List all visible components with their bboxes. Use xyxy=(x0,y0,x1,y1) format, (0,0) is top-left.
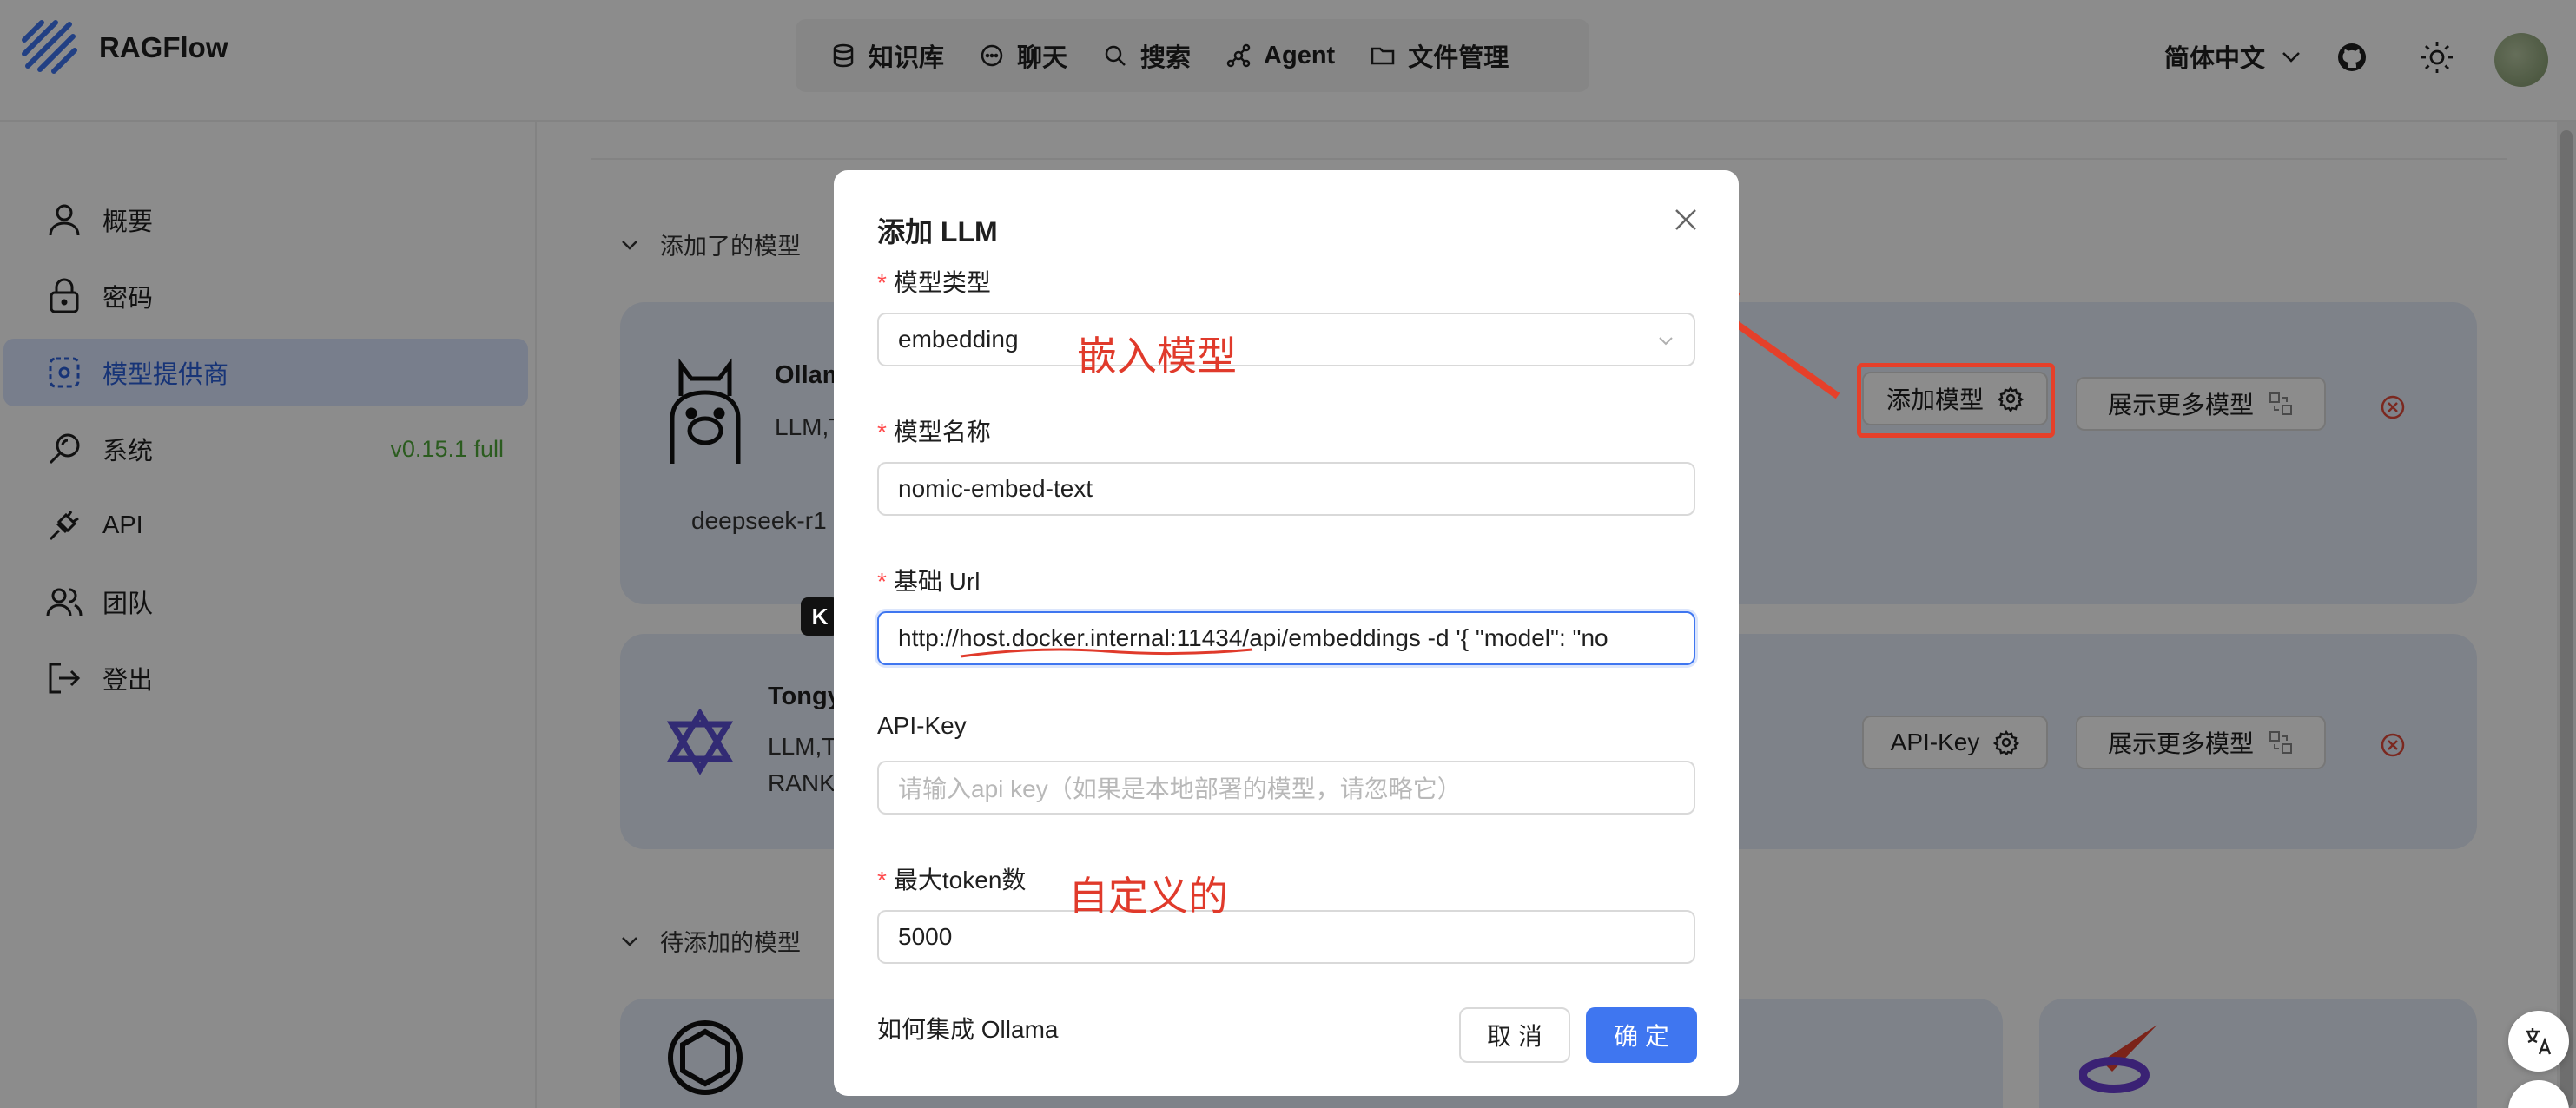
model-name-value: nomic-embed-text xyxy=(898,475,1093,502)
translate-button[interactable] xyxy=(2508,1011,2569,1072)
cancel-button[interactable]: 取 消 xyxy=(1459,1007,1570,1063)
chevron-down-icon xyxy=(1659,337,1673,346)
modal-title: 添加 LLM xyxy=(877,216,998,247)
annotation-custom: 自定义的 xyxy=(1068,874,1228,919)
confirm-button[interactable]: 确 定 xyxy=(1586,1007,1697,1063)
api-key-input[interactable]: 请输入api key（如果是本地部署的模型，请忽略它） xyxy=(877,761,1695,815)
max-token-label: * 最大token数 xyxy=(877,867,1027,894)
close-icon[interactable] xyxy=(1671,205,1701,234)
model-type-value: embedding xyxy=(898,326,1019,353)
max-token-input[interactable]: 5000 xyxy=(877,910,1695,964)
ollama-integration-link[interactable]: 如何集成 Ollama xyxy=(877,1011,1058,1045)
annotation-highlight-box xyxy=(1857,363,2055,438)
annotation-embed-model: 嵌入模型 xyxy=(1077,333,1237,379)
api-key-label: API-Key xyxy=(877,712,967,739)
annotation-underline-icon xyxy=(960,648,1253,658)
base-url-label: * 基础 Url xyxy=(877,568,981,595)
model-type-label: * 模型类型 xyxy=(877,269,991,296)
max-token-value: 5000 xyxy=(898,923,953,950)
model-name-input[interactable]: nomic-embed-text xyxy=(877,462,1695,516)
model-type-select[interactable]: embedding xyxy=(877,313,1695,366)
api-key-placeholder: 请输入api key（如果是本地部署的模型，请忽略它） xyxy=(898,775,1462,802)
add-llm-modal: 添加 LLM * 模型类型 embedding * 模型名称 nomic-embed… xyxy=(834,170,1739,1096)
translate-icon xyxy=(2526,1028,2552,1055)
model-name-label: * 模型名称 xyxy=(877,419,991,445)
